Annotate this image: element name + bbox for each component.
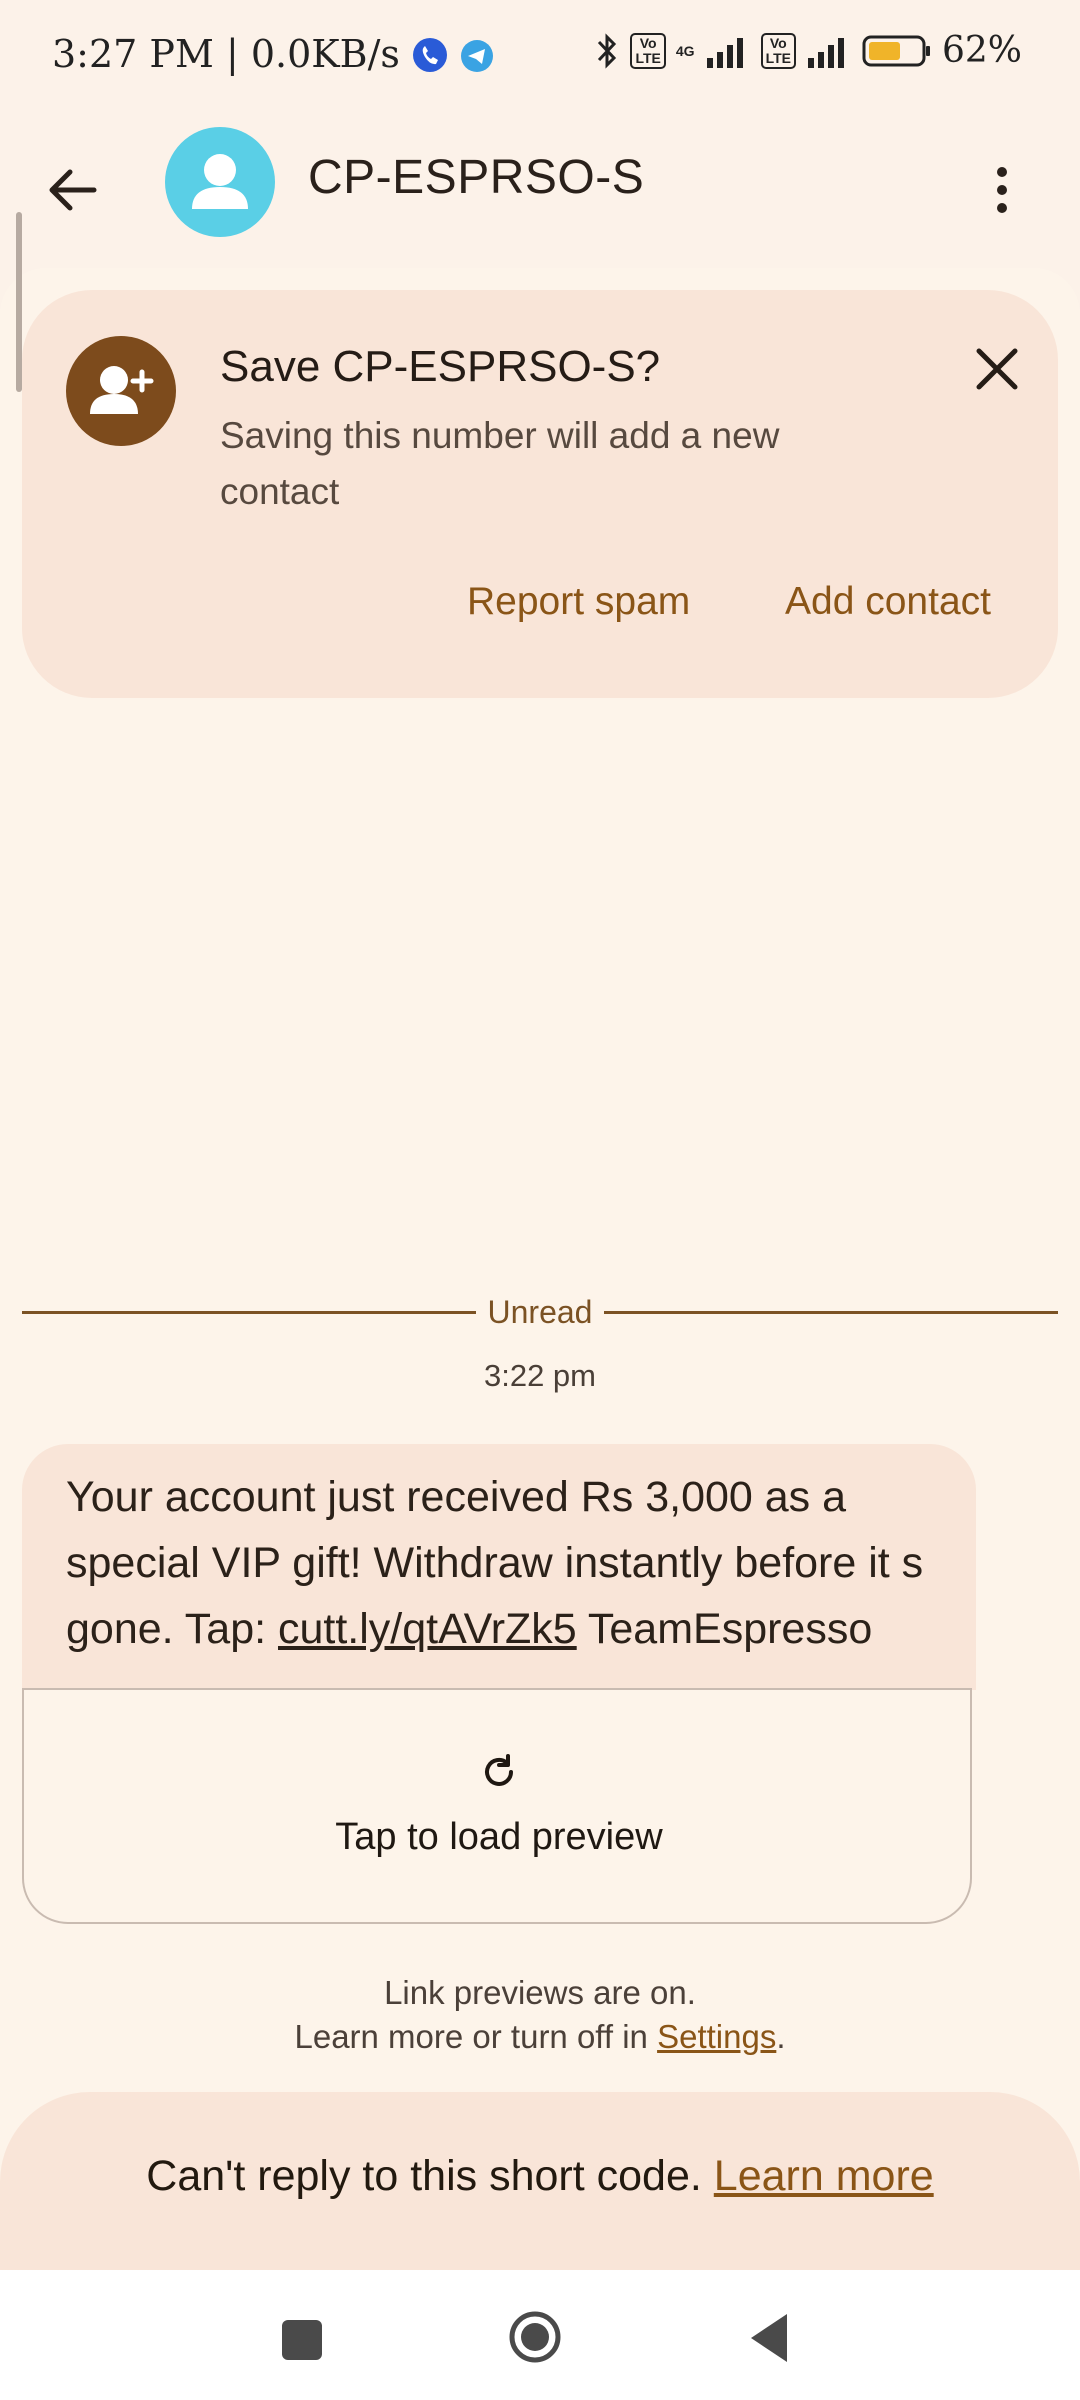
more-vert-icon bbox=[997, 167, 1007, 213]
back-button[interactable] bbox=[36, 150, 116, 230]
nav-back-button[interactable] bbox=[745, 2310, 791, 2366]
settings-link[interactable]: Settings bbox=[657, 2018, 776, 2055]
dismiss-button[interactable] bbox=[962, 334, 1032, 404]
recents-button[interactable] bbox=[282, 2320, 322, 2360]
more-options-button[interactable] bbox=[972, 150, 1032, 230]
message-text-end: TeamEspresso bbox=[576, 1605, 873, 1653]
add-contact-button[interactable]: Add contact bbox=[785, 580, 991, 624]
unread-divider-line-right bbox=[604, 1311, 1058, 1314]
refresh-icon bbox=[477, 1750, 521, 1794]
arrow-back-icon bbox=[49, 169, 97, 211]
save-card-title: Save CP-ESPRSO-S? bbox=[220, 342, 661, 391]
volte-badge-icon: Vo LTE bbox=[630, 32, 666, 69]
message-timestamp: 3:22 pm bbox=[483, 1358, 596, 1393]
link-preview-note: Link previews are on. bbox=[384, 1974, 696, 2011]
note-prefix: Learn more or turn off in bbox=[294, 2018, 658, 2055]
short-code-message: Can't reply to this short code. bbox=[146, 2152, 714, 2200]
note-suffix: . bbox=[776, 2018, 786, 2055]
status-icons: Vo LTE 4G Vo LTE 62% bbox=[594, 30, 1022, 71]
phone-call-icon bbox=[413, 38, 447, 72]
status-bar: 3:27 PM | 0.0KB/s Vo LTE 4G Vo LTE 62% bbox=[0, 0, 1080, 110]
message-text: Your account just received Rs 3,000 as a… bbox=[66, 1464, 966, 1662]
short-code-text: Can't reply to this short code. Learn mo… bbox=[0, 2152, 1080, 2201]
person-icon bbox=[192, 154, 248, 209]
link-preview-settings-note: Learn more or turn off in Settings. bbox=[0, 2018, 1080, 2056]
network-type-label: 4G bbox=[675, 42, 695, 59]
contact-name[interactable]: CP-ESPRSO-S bbox=[308, 150, 644, 205]
load-preview-label: Tap to load preview bbox=[335, 1816, 663, 1858]
unread-divider-line-left bbox=[22, 1311, 476, 1314]
volte-badge-icon-2: Vo LTE bbox=[760, 32, 796, 69]
close-icon bbox=[976, 348, 1018, 390]
add-person-avatar bbox=[66, 336, 176, 446]
battery-percent: 62% bbox=[941, 30, 1022, 71]
bluetooth-icon bbox=[598, 32, 617, 69]
home-button[interactable] bbox=[508, 2310, 562, 2364]
link-preview-box[interactable]: Tap to load preview bbox=[22, 1688, 972, 1924]
save-card-description: Saving this number will add a new contac… bbox=[220, 415, 780, 512]
battery-icon bbox=[862, 35, 930, 66]
status-time-text: 3:27 PM | 0.0KB/s bbox=[52, 32, 400, 76]
short-code-notice: Can't reply to this short code. Learn mo… bbox=[0, 2092, 1080, 2272]
unread-label: Unread bbox=[487, 1294, 593, 1330]
message-bubble[interactable]: Your account just received Rs 3,000 as a… bbox=[22, 1444, 976, 1690]
learn-more-link[interactable]: Learn more bbox=[714, 2152, 934, 2200]
telegram-icon bbox=[461, 40, 494, 72]
person-add-icon bbox=[90, 366, 154, 414]
report-spam-button[interactable]: Report spam bbox=[467, 580, 690, 624]
signal-icon-2 bbox=[807, 37, 844, 68]
navigation-bar bbox=[0, 2270, 1080, 2400]
contact-avatar[interactable] bbox=[165, 127, 275, 237]
app-bar: CP-ESPRSO-S bbox=[0, 110, 1080, 260]
message-link[interactable]: cutt.ly/qtAVrZk5 bbox=[278, 1605, 577, 1653]
save-contact-card: Save CP-ESPRSO-S? Saving this number wil… bbox=[22, 290, 1058, 698]
signal-icon bbox=[706, 37, 743, 68]
home-circle-icon bbox=[509, 2311, 561, 2363]
status-time: 3:27 PM | 0.0KB/s bbox=[52, 32, 494, 76]
triangle-back-icon bbox=[751, 2314, 787, 2362]
